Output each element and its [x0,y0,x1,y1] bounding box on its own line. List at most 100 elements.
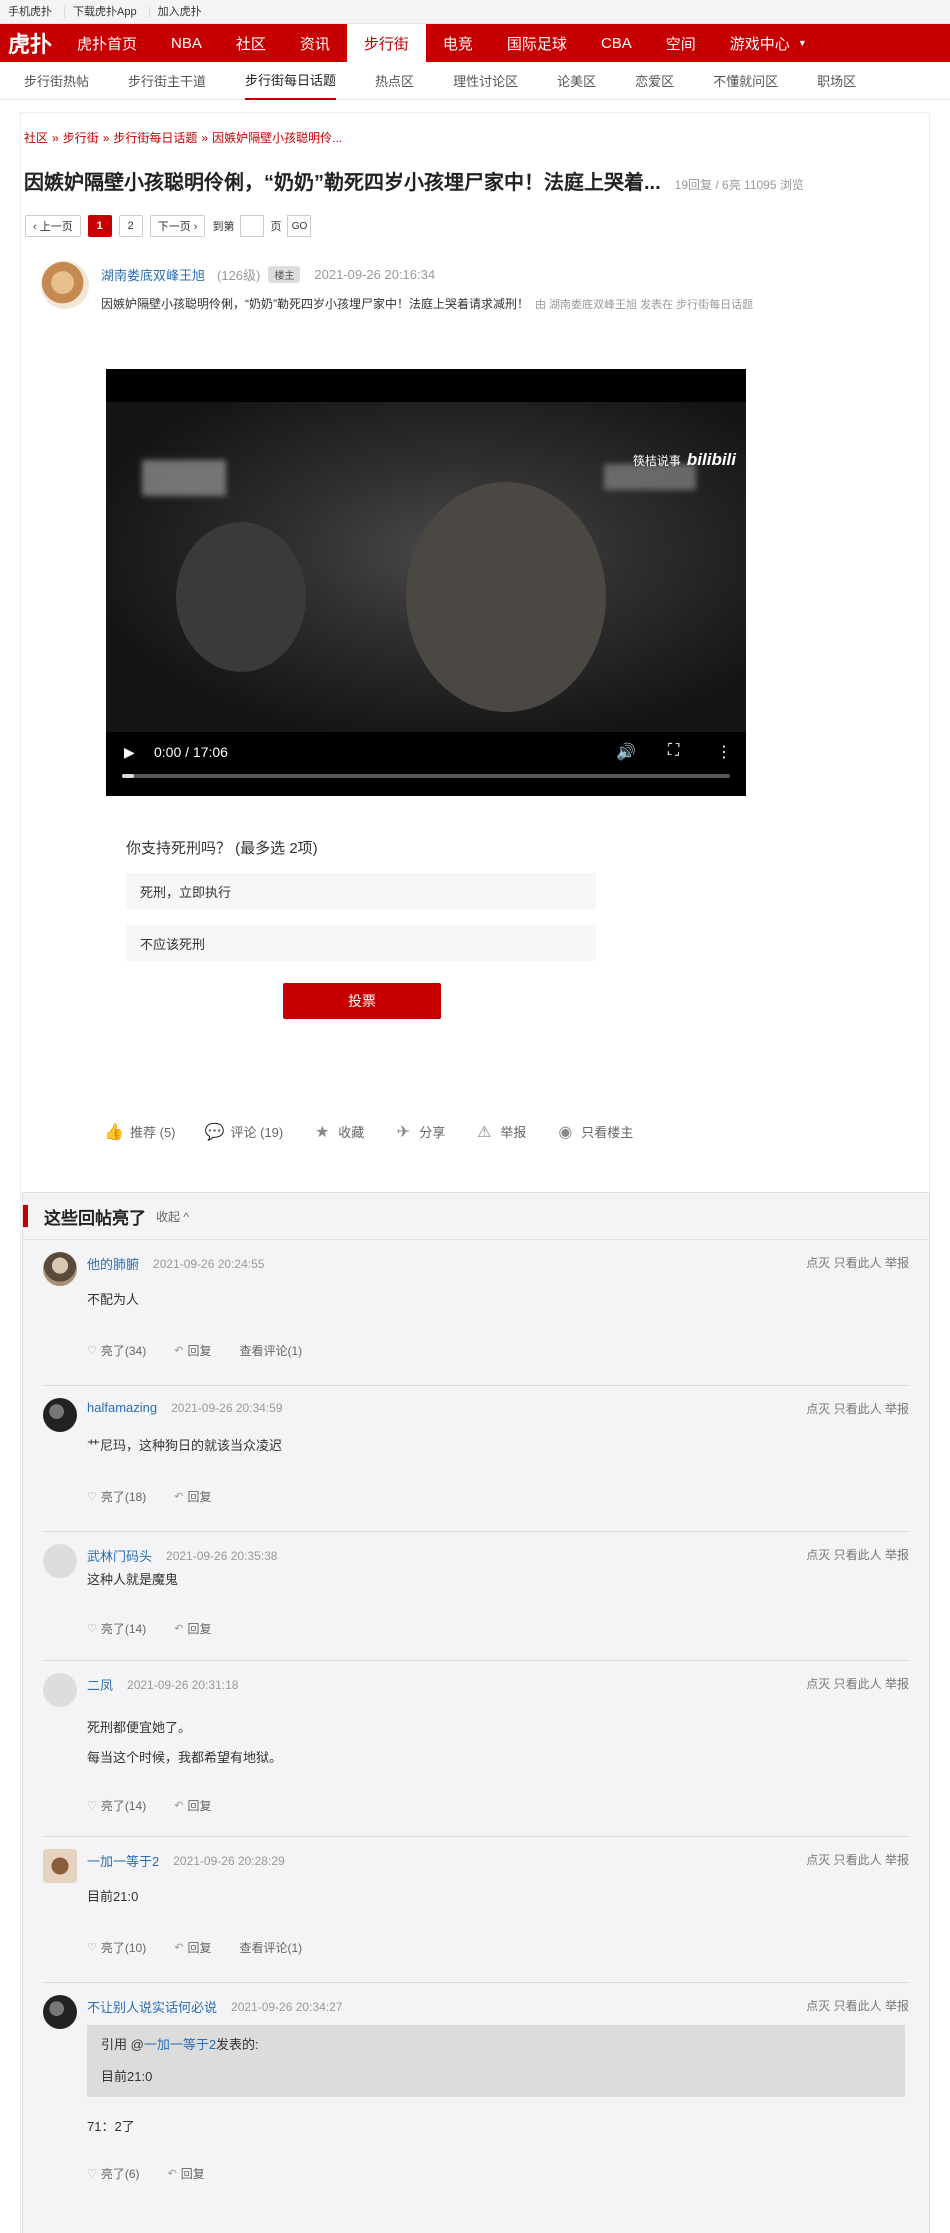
vote-button[interactable]: 投票 [283,983,441,1019]
subnav-rational[interactable]: 理性讨论区 [453,62,518,100]
only-this-user-link[interactable]: 只看此人 [834,1999,882,2013]
only-this-user-link[interactable]: 只看此人 [834,1677,882,1691]
recommend-button[interactable]: 👍 推荐 (5) [104,1122,175,1141]
report-link[interactable]: 举报 [885,1402,909,1416]
light-button[interactable]: ♡ 亮了(10) [87,1939,146,1956]
goto-page-input[interactable] [240,215,265,237]
share-button[interactable]: ✈ 分享 [394,1122,446,1141]
dislike-link[interactable]: 点灭 [806,1853,830,1867]
nav-community[interactable]: 社区 [219,24,283,62]
subnav-beauty[interactable]: 论美区 [557,62,596,100]
only-this-user-link[interactable]: 只看此人 [834,1402,882,1416]
subnav-hotspot[interactable]: 热点区 [375,62,414,100]
nav-news[interactable]: 资讯 [283,24,347,62]
avatar[interactable] [43,1995,77,2029]
collapse-button[interactable]: 收起 ^ [156,1208,189,1225]
hupu-logo[interactable]: 虎扑 [0,24,60,62]
report-link[interactable]: 举报 [885,1256,909,1270]
nav-intl-soccer[interactable]: 国际足球 [490,24,584,62]
prev-page-button[interactable]: ‹ 上一页 [25,215,81,237]
light-button[interactable]: ♡ 亮了(14) [87,1797,146,1814]
nav-esports[interactable]: 电竞 [426,24,490,62]
subnav-love[interactable]: 恋爱区 [635,62,674,100]
reply-username[interactable]: 不让别人说实话何必说 [87,1997,217,2016]
nav-nba[interactable]: NBA [154,24,219,62]
reply-button[interactable]: ↶ 回复 [174,1797,211,1814]
go-button[interactable]: GO [287,215,312,237]
subnav-hot[interactable]: 步行街热帖 [24,62,89,100]
subnav-ask[interactable]: 不懂就问区 [713,62,778,100]
reply-button[interactable]: ↶ 回复 [174,1488,211,1505]
light-button[interactable]: ♡ 亮了(18) [87,1488,146,1505]
video-progress-bar[interactable] [122,774,730,778]
page-1-button[interactable]: 1 [87,215,112,237]
reply-username[interactable]: 一加一等于2 [87,1851,159,1870]
dislike-link[interactable]: 点灭 [806,1999,830,2013]
subnav-career[interactable]: 职场区 [817,62,856,100]
avatar[interactable] [43,1673,77,1707]
reply-username[interactable]: 武林门码头 [87,1546,152,1565]
breadcrumb-bxj[interactable]: 步行街 [63,131,99,145]
view-comments-link[interactable]: 查看评论(1) [239,1342,302,1359]
nav-home[interactable]: 虎扑首页 [60,24,154,62]
view-comments-link[interactable]: 查看评论(1) [239,1939,302,1956]
dislike-link[interactable]: 点灭 [806,1256,830,1270]
nav-cba[interactable]: CBA [584,24,649,62]
more-icon[interactable]: ⋮ [716,742,732,762]
report-link[interactable]: 举报 [885,1548,909,1562]
nav-game-center[interactable]: 游戏中心 ▼ [713,24,824,62]
subnav-daily-topic[interactable]: 步行街每日话题 [245,62,337,100]
nav-bxj[interactable]: 步行街 [346,24,426,62]
avatar[interactable] [43,1398,77,1432]
avatar[interactable] [43,1849,77,1883]
thread-stats: 19回复 / 6亮 11095 浏览 [674,178,804,192]
mobile-hupu-link[interactable]: 手机虎扑 [4,5,65,18]
reply-button[interactable]: ↶ 回复 [174,1620,211,1637]
only-this-user-link[interactable]: 只看此人 [834,1548,882,1562]
only-this-user-link[interactable]: 只看此人 [834,1256,882,1270]
reply-username[interactable]: 他的肺腑 [87,1254,139,1273]
subnav-main[interactable]: 步行街主干道 [128,62,206,100]
comment-button[interactable]: 💬 评论 (19) [204,1122,284,1141]
reply-button[interactable]: ↶ 回复 [168,2165,205,2182]
join-hupu-link[interactable]: 加入虎扑 [154,6,214,18]
reply-button[interactable]: ↶ 回复 [174,1342,211,1359]
poll-option-no-death[interactable]: 不应该死刑 [126,925,596,961]
breadcrumb-daily-topic[interactable]: 步行街每日话题 [113,131,197,145]
report-link[interactable]: 举报 [885,1999,909,2013]
breadcrumb-community[interactable]: 社区 [24,131,48,145]
report-button[interactable]: ⚠ 举报 [475,1122,526,1141]
avatar[interactable] [43,1252,77,1286]
dislike-link[interactable]: 点灭 [806,1677,830,1691]
favorite-button[interactable]: ★ 收藏 [313,1122,364,1141]
fullscreen-icon[interactable]: ⛶ [668,742,679,760]
reply-text: 艹尼玛，这种狗日的就该当众凌迟 [87,1438,283,1453]
op-username[interactable]: 湖南娄底双峰王旭 [101,265,205,284]
dislike-link[interactable]: 点灭 [806,1402,830,1416]
light-button[interactable]: ♡ 亮了(34) [87,1342,146,1359]
avatar[interactable] [43,1544,77,1578]
breadcrumb-thread[interactable]: 因嫉妒隔壁小孩聪明伶... [212,131,342,145]
reply-text: 不配为人 [87,1292,140,1307]
volume-icon[interactable]: 🔊 [616,742,636,762]
reply-button[interactable]: ↶ 回复 [174,1939,211,1956]
light-button[interactable]: ♡ 亮了(6) [87,2165,140,2182]
page-2-button[interactable]: 2 [118,215,143,237]
dislike-link[interactable]: 点灭 [806,1548,830,1562]
play-icon[interactable]: ▶ [124,744,135,761]
only-op-button[interactable]: ◉ 只看楼主 [556,1122,633,1141]
quoted-username[interactable]: 一加一等于2 [144,2037,216,2052]
reply-username[interactable]: 二凤 [87,1675,113,1694]
report-link[interactable]: 举报 [885,1677,909,1691]
download-app-link[interactable]: 下载虎扑App [69,5,150,18]
poll-option-death[interactable]: 死刑，立即执行 [126,873,596,909]
report-link[interactable]: 举报 [885,1853,909,1867]
nav-space[interactable]: 空间 [649,24,713,62]
next-page-button[interactable]: 下一页 › [149,215,206,237]
comment-icon: 💬 [204,1123,225,1141]
light-button[interactable]: ♡ 亮了(14) [87,1620,146,1637]
reply-username[interactable]: halfamazing [87,1400,157,1415]
video-player[interactable]: 筷桔说事 bilibili ▶ 0:00 / 17:06 🔊 ⛶ ⋮ [106,369,746,796]
avatar[interactable] [41,261,89,309]
only-this-user-link[interactable]: 只看此人 [834,1853,882,1867]
